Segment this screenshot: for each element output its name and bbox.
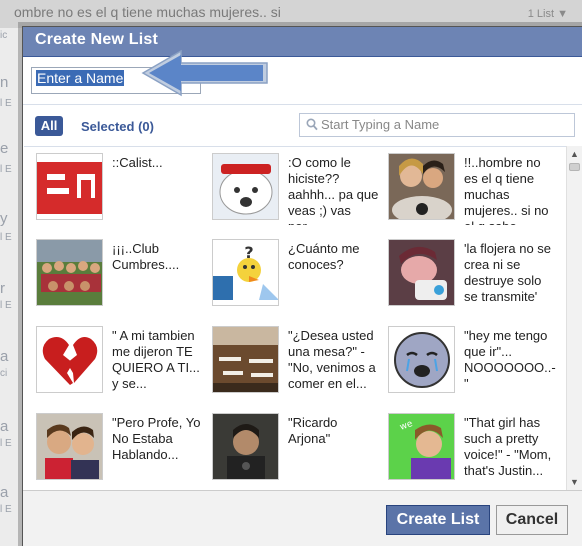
list-item[interactable]: :O como le hiciste?? aahhh... pa que vea… bbox=[212, 153, 382, 231]
background-fragment: l E bbox=[0, 164, 12, 175]
list-item[interactable]: "Ricardo Arjona" bbox=[212, 413, 382, 490]
scroll-down-arrow-icon[interactable]: ▼ bbox=[567, 474, 582, 490]
background-fragment: n bbox=[0, 74, 9, 91]
name-row: Enter a Name bbox=[23, 49, 582, 105]
quiz-bird-icon: ? bbox=[212, 239, 279, 306]
search-placeholder: Start Typing a Name bbox=[321, 117, 440, 132]
restaurant-photo-icon bbox=[212, 326, 279, 393]
list-item-label: ¡¡¡..Club Cumbres.... bbox=[112, 241, 180, 272]
background-fragment: l E bbox=[0, 300, 12, 311]
justin-photo-icon: we bbox=[388, 413, 455, 480]
background-fragment: ci bbox=[0, 368, 8, 379]
list-item-label: :O como le hiciste?? aahhh... pa que vea… bbox=[288, 155, 379, 225]
list-item[interactable]: 'la flojera no se crea ni se destruye so… bbox=[388, 239, 558, 317]
filter-row: All Selected (0) Start Typing a Name bbox=[23, 105, 582, 145]
search-icon bbox=[306, 118, 318, 131]
list-item-label: ¿Cuánto me conoces? bbox=[288, 241, 360, 272]
background-list-count: 1 List ▼ bbox=[527, 8, 568, 20]
list-name-input-value: Enter a Name bbox=[36, 70, 125, 86]
create-list-dialog: Create New List Enter a Name All Selecte… bbox=[22, 26, 582, 546]
scroll-up-arrow-icon[interactable]: ▲ bbox=[567, 146, 582, 162]
background-fragment: a bbox=[0, 348, 9, 365]
list-item-label: 'la flojera no se crea ni se destruye so… bbox=[464, 241, 552, 304]
background-fragment: r bbox=[0, 280, 5, 297]
list-item-label: !!..hombre no es el q tiene muchas mujer… bbox=[464, 155, 549, 225]
sleeping-person-icon bbox=[388, 239, 455, 306]
crying-face-icon bbox=[388, 326, 455, 393]
list-item-label: "Ricardo Arjona" bbox=[288, 415, 338, 446]
couple-photo-icon bbox=[388, 153, 455, 220]
background-post-text: ombre no es el q tiene muchas mujeres.. … bbox=[0, 0, 582, 28]
list-item[interactable]: !!..hombre no es el q tiene muchas mujer… bbox=[388, 153, 558, 231]
background-fragment: l E bbox=[0, 98, 12, 109]
background-fragment: l E bbox=[0, 504, 12, 515]
scrollbar-thumb[interactable] bbox=[569, 163, 580, 171]
background-fragment: e bbox=[0, 140, 9, 157]
singer-photo-icon bbox=[212, 413, 279, 480]
list-item[interactable]: "hey me tengo que ir"... NOOOOOOO..-" bbox=[388, 326, 558, 404]
cartoon-face-icon bbox=[212, 153, 279, 220]
create-list-button[interactable]: Create List bbox=[386, 505, 490, 535]
background-fragment: y bbox=[0, 210, 8, 227]
list-item[interactable]: we "That girl has such a pretty voice!" … bbox=[388, 413, 558, 490]
background-fragment: l E bbox=[0, 232, 12, 243]
friend-search-input[interactable]: Start Typing a Name bbox=[299, 113, 575, 137]
filter-all-button[interactable]: All bbox=[35, 116, 63, 136]
dialog-footer: Create List Cancel bbox=[23, 490, 582, 546]
list-item-label: " A mi tambien me dijeron TE QUIERO A TI… bbox=[112, 328, 200, 391]
teens-photo-icon bbox=[36, 413, 103, 480]
background-fragment: a bbox=[0, 484, 9, 501]
background-fragment: l E bbox=[0, 438, 12, 449]
list-item[interactable]: "¿Desea usted una mesa?" -"No, venimos a… bbox=[212, 326, 382, 404]
list-item[interactable]: ¡¡¡..Club Cumbres.... bbox=[36, 239, 206, 317]
cancel-button[interactable]: Cancel bbox=[496, 505, 568, 535]
item-grid: ::Calist... :O como le hiciste?? aahhh..… bbox=[24, 146, 582, 490]
background-fragment: a bbox=[0, 418, 9, 435]
list-item[interactable]: " A mi tambien me dijeron TE QUIERO A TI… bbox=[36, 326, 206, 404]
pointer-arrow-icon bbox=[141, 49, 268, 97]
red-logo-icon bbox=[36, 153, 103, 220]
grid-scrollbar[interactable]: ▲ ▼ bbox=[566, 146, 582, 490]
dialog-title: Create New List bbox=[23, 27, 582, 57]
broken-heart-icon bbox=[36, 326, 103, 393]
list-item[interactable]: ::Calist... bbox=[36, 153, 206, 231]
filter-selected-button[interactable]: Selected (0) bbox=[81, 117, 154, 137]
list-item[interactable]: ? ¿Cuánto me conoces? bbox=[212, 239, 382, 317]
list-item-label: "hey me tengo que ir"... NOOOOOOO..-" bbox=[464, 328, 556, 391]
list-item-label: "Pero Profe, Yo No Estaba Hablando... bbox=[112, 415, 201, 462]
list-item[interactable]: "Pero Profe, Yo No Estaba Hablando... bbox=[36, 413, 206, 490]
list-item-label: "That girl has such a pretty voice!" - "… bbox=[464, 415, 552, 478]
background-fragment: ic bbox=[0, 30, 8, 41]
list-item-label: ::Calist... bbox=[112, 155, 163, 170]
group-photo-icon bbox=[36, 239, 103, 306]
list-item-label: "¿Desea usted una mesa?" -"No, venimos a… bbox=[288, 328, 376, 391]
svg-text:?: ? bbox=[244, 243, 253, 262]
